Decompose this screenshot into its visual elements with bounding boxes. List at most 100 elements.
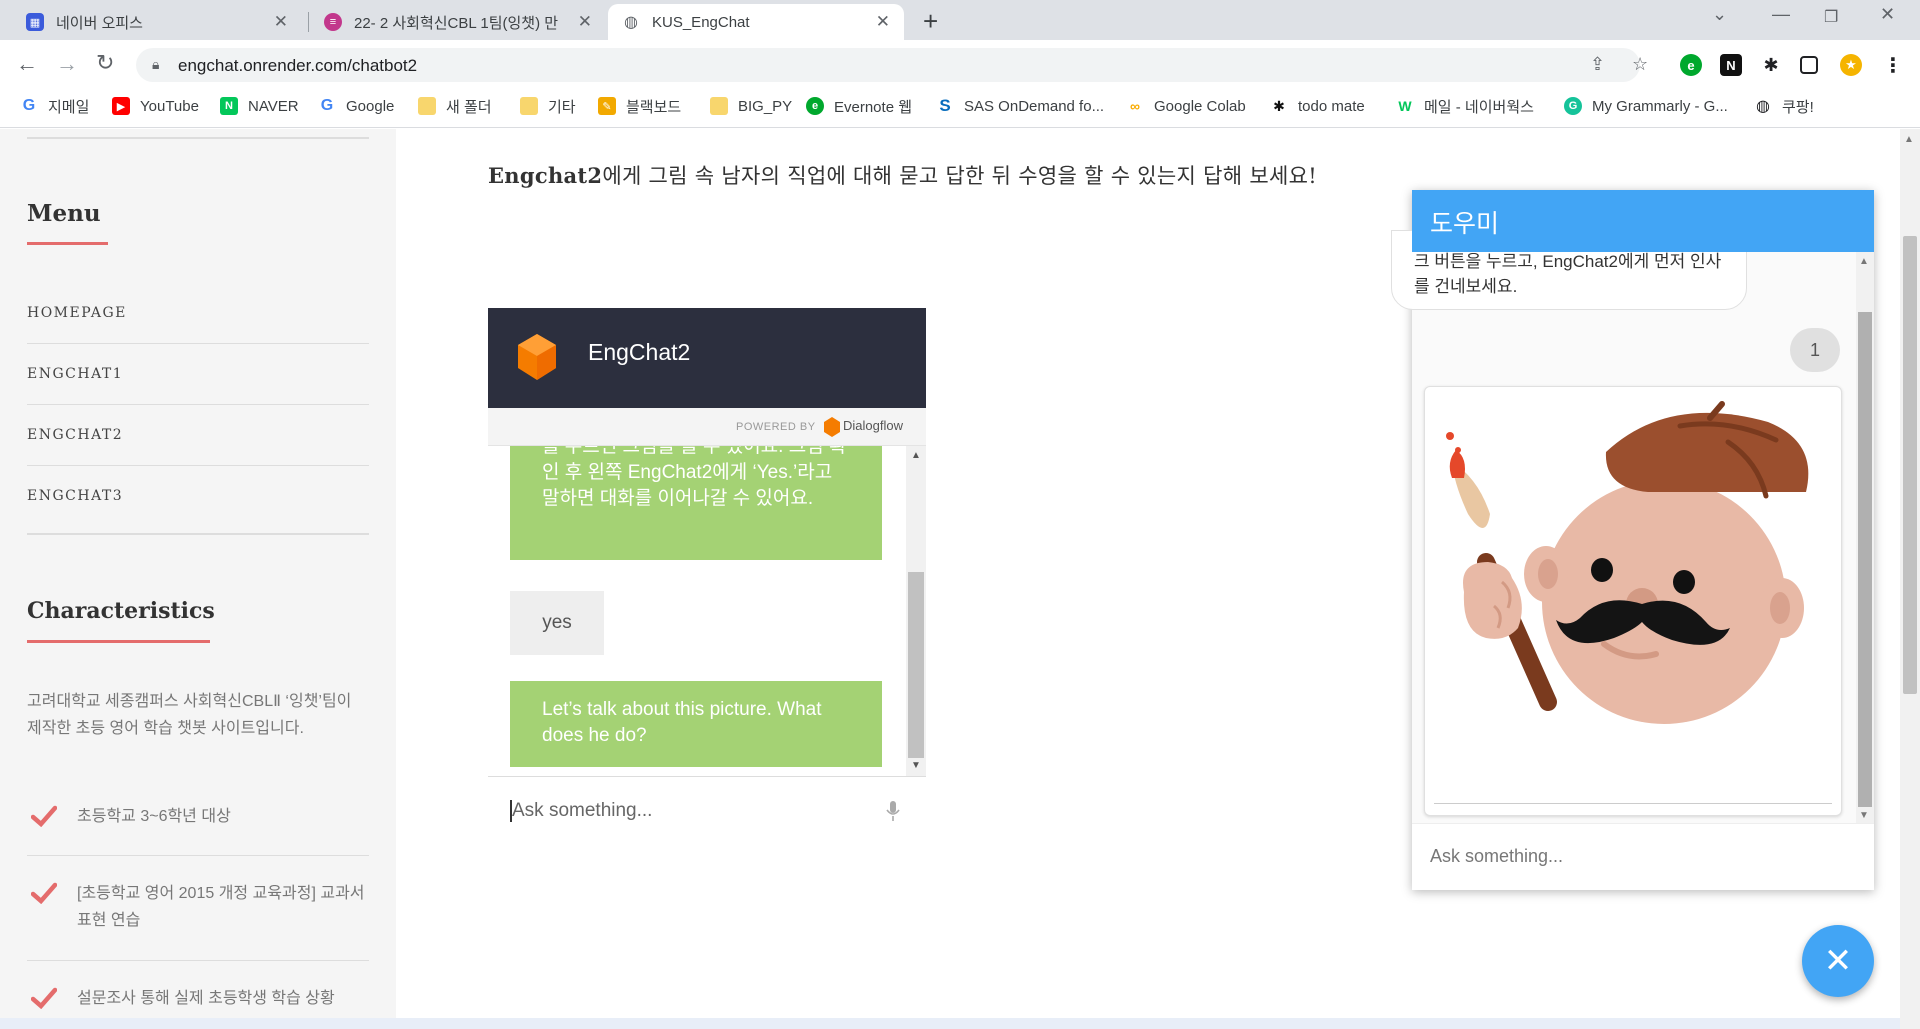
bookmark-label: 메일 - 네이버웍스 bbox=[1424, 98, 1534, 116]
bookmark-new-folder[interactable]: 새 폴더 bbox=[418, 94, 492, 118]
bookmark-label: 지메일 bbox=[48, 98, 90, 116]
folder-icon bbox=[418, 97, 436, 115]
feature-text: 초등학교 3~6학년 대상 bbox=[77, 808, 231, 825]
globe-icon: ◍ bbox=[1756, 98, 1770, 115]
tab-separator bbox=[308, 12, 309, 32]
bookmark-big-py[interactable]: BIG_PY bbox=[710, 94, 792, 118]
list-item: [초등학교 영어 2015 개정 교육과정] 교과서 표현 연습 bbox=[27, 880, 369, 940]
menu-heading: Menu bbox=[27, 200, 101, 227]
back-icon[interactable]: ← bbox=[16, 51, 38, 77]
more-menu-icon[interactable]: ⋮ bbox=[1882, 54, 1904, 77]
scroll-up-icon[interactable]: ▲ bbox=[1859, 256, 1869, 267]
bookmark-colab[interactable]: ∞ Google Colab bbox=[1126, 94, 1246, 118]
close-window-icon[interactable]: ✕ bbox=[1880, 4, 1895, 25]
divider bbox=[27, 465, 369, 466]
share-icon[interactable]: ⇪ bbox=[1590, 54, 1605, 75]
feature-text: 설문조사 통해 실제 초등학생 학습 상황 bbox=[77, 990, 335, 1007]
list-icon: ≡ bbox=[324, 13, 342, 31]
url-text[interactable]: engchat.onrender.com/chatbot2 bbox=[178, 56, 417, 76]
divider bbox=[27, 960, 369, 961]
menu-item-engchat1[interactable]: ENGCHAT1 bbox=[27, 366, 123, 382]
works-icon: W bbox=[1398, 98, 1412, 114]
bookmark-label: Google Colab bbox=[1154, 97, 1246, 115]
bookmark-label: NAVER bbox=[248, 97, 299, 115]
bookmark-evernote[interactable]: e Evernote 웹 bbox=[806, 94, 912, 118]
bookmark-label: 쿠팡! bbox=[1782, 98, 1814, 116]
scroll-up-icon[interactable]: ▲ bbox=[911, 450, 921, 461]
forward-icon[interactable]: → bbox=[56, 51, 78, 77]
suggestion-chip[interactable]: 1 bbox=[1790, 328, 1840, 372]
engchat-input[interactable]: Ask something... bbox=[510, 800, 652, 822]
bookmark-youtube[interactable]: ▶ YouTube bbox=[112, 94, 199, 118]
scroll-down-icon[interactable]: ▼ bbox=[1859, 810, 1869, 821]
tab-title: KUS_EngChat bbox=[652, 13, 750, 31]
bookmark-coupang[interactable]: ◍ 쿠팡! bbox=[1754, 94, 1814, 118]
bookmark-label: Google bbox=[346, 97, 395, 115]
bookmark-naverworks[interactable]: W 메일 - 네이버웍스 bbox=[1396, 94, 1534, 118]
menu-item-homepage[interactable]: HOMEPAGE bbox=[27, 305, 127, 321]
list-item: 초등학교 3~6학년 대상 bbox=[27, 803, 369, 857]
site-description: 고려대학교 세종캠퍼스 사회혁신CBLⅡ ‘잉챗’팀이 제작한 초등 영어 학습… bbox=[27, 693, 352, 737]
engchat-scroll-thumb[interactable] bbox=[908, 572, 924, 758]
lock-icon[interactable]: 🔒︎ bbox=[152, 56, 159, 73]
grammarly-icon: G bbox=[1564, 97, 1582, 115]
evernote-icon: e bbox=[806, 97, 824, 115]
notion-ext-icon[interactable]: N bbox=[1720, 54, 1742, 76]
menu-item-engchat3[interactable]: ENGCHAT3 bbox=[27, 488, 123, 504]
microphone-icon[interactable] bbox=[886, 800, 900, 822]
bookmark-label: My Grammarly - G... bbox=[1592, 97, 1728, 115]
check-icon bbox=[31, 882, 57, 904]
close-tab-icon[interactable]: ✕ bbox=[578, 12, 592, 32]
helper-title: 도우미 bbox=[1430, 210, 1500, 238]
bookmark-star-icon[interactable]: ☆ bbox=[1632, 54, 1648, 75]
divider bbox=[27, 855, 369, 856]
bookmark-label: Evernote 웹 bbox=[834, 98, 913, 116]
bookmark-naver[interactable]: N NAVER bbox=[220, 94, 299, 118]
helper-input[interactable]: Ask something... bbox=[1430, 846, 1563, 867]
side-panel-icon[interactable] bbox=[1800, 56, 1818, 74]
heading-underline bbox=[27, 640, 210, 643]
close-chat-button[interactable]: ✕ bbox=[1802, 925, 1874, 997]
bookmark-todo-mate[interactable]: ✱ todo mate bbox=[1270, 94, 1365, 118]
bookmark-blackboard[interactable]: ✎ 블랙보드 bbox=[598, 94, 681, 118]
scroll-down-icon[interactable]: ▼ bbox=[911, 760, 921, 771]
heading-underline bbox=[27, 242, 108, 245]
bookmark-google[interactable]: G Google bbox=[318, 94, 395, 118]
instruction-text: Engchat2에게 그림 속 남자의 직업에 대해 묻고 답한 뒤 수영을 할… bbox=[488, 160, 1317, 190]
user-message: yes bbox=[510, 591, 604, 655]
bookmark-etc[interactable]: 기타 bbox=[520, 94, 576, 118]
bookmark-label: YouTube bbox=[140, 97, 199, 115]
engchat-messages: 를 누르면 그림을 볼 수 있어요. 그림 확인 후 왼쪽 EngChat2에게… bbox=[488, 446, 926, 776]
extensions-icon[interactable]: ✱ bbox=[1760, 54, 1782, 76]
naver-office-icon: ▦ bbox=[26, 13, 44, 31]
evernote-ext-icon[interactable]: e bbox=[1680, 54, 1702, 76]
divider bbox=[488, 776, 926, 777]
painter-illustration bbox=[1446, 401, 1809, 724]
tab-naver-office[interactable]: ▦ 네이버 오피스 ✕ bbox=[12, 4, 302, 40]
avatar[interactable]: ★ bbox=[1840, 54, 1862, 76]
close-tab-icon[interactable]: ✕ bbox=[274, 12, 288, 32]
bookmark-sas[interactable]: S SAS OnDemand fo... bbox=[936, 94, 1104, 118]
check-icon bbox=[31, 805, 57, 827]
tab-cbl[interactable]: ≡ 22- 2 사회혁신CBL 1팀(잉챗) 만 ✕ bbox=[310, 4, 606, 40]
colab-icon: ∞ bbox=[1130, 98, 1140, 114]
tab-search-icon[interactable]: ⌄ bbox=[1712, 4, 1727, 25]
bookmark-label: 새 폴더 bbox=[446, 98, 492, 116]
scroll-up-icon[interactable]: ▲ bbox=[1904, 134, 1914, 145]
minimize-icon[interactable]: — bbox=[1772, 4, 1790, 25]
new-tab-button[interactable]: + bbox=[923, 6, 938, 37]
tab-kus-engchat[interactable]: ◍ KUS_EngChat ✕ bbox=[608, 4, 904, 40]
restore-icon[interactable]: ❐ bbox=[1824, 7, 1838, 27]
todo-mate-icon: ✱ bbox=[1273, 97, 1285, 114]
naver-icon: N bbox=[220, 97, 238, 115]
helper-scroll-thumb[interactable] bbox=[1858, 312, 1872, 807]
reload-icon[interactable]: ↻ bbox=[96, 50, 114, 76]
bookmark-grammarly[interactable]: G My Grammarly - G... bbox=[1564, 94, 1728, 118]
close-tab-icon[interactable]: ✕ bbox=[876, 12, 890, 32]
bookmark-gmail[interactable]: G 지메일 bbox=[20, 94, 90, 118]
page-scroll-thumb[interactable] bbox=[1903, 236, 1917, 694]
menu-item-engchat2[interactable]: ENGCHAT2 bbox=[27, 427, 123, 443]
bottom-strip bbox=[0, 1018, 1900, 1029]
instruction-rest: 에게 그림 속 남자의 직업에 대해 묻고 답한 뒤 수영을 할 수 있는지 답… bbox=[602, 164, 1317, 188]
google-icon: G bbox=[22, 97, 36, 114]
